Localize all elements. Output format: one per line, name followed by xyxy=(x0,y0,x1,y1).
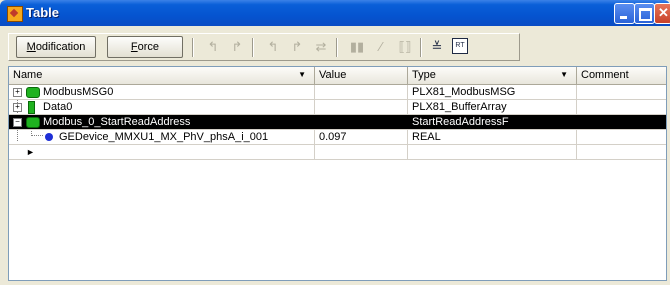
row-type: PLX81_BufferArray xyxy=(408,100,577,114)
row-value[interactable] xyxy=(315,85,408,99)
row-type: StartReadAddressF xyxy=(408,115,577,129)
toolbar-separator xyxy=(420,38,422,57)
force-button[interactable]: Force xyxy=(107,36,183,58)
table-app-icon xyxy=(7,6,23,22)
set-icon[interactable]: ↰ xyxy=(204,38,222,56)
sort-icon[interactable]: ≚ xyxy=(428,38,446,56)
format-icon[interactable]: RT xyxy=(452,38,468,54)
column-header-comment[interactable]: Comment xyxy=(577,67,666,84)
table-row[interactable]: GEDevice_MMXU1_MX_PhV_phsA_i_001 0.097 R… xyxy=(9,130,666,145)
reset-icon[interactable]: ↱ xyxy=(228,38,246,56)
table-row[interactable]: + Data0 PLX81_BufferArray xyxy=(9,100,666,115)
column-header-name[interactable]: Name ▼ xyxy=(9,67,315,84)
table-row-selected[interactable]: − Modbus_0_StartReadAddress StartReadAdd… xyxy=(9,115,666,130)
row-comment[interactable] xyxy=(577,115,666,129)
column-header-type[interactable]: Type ▼ xyxy=(408,67,577,84)
plus-icon[interactable]: + xyxy=(13,88,22,97)
close-button[interactable] xyxy=(654,3,670,24)
green-variable-icon xyxy=(26,117,40,128)
column-header-value[interactable]: Value xyxy=(315,67,408,84)
arrow-right-icon: ► xyxy=(26,147,35,157)
row-name: ModbusMSG0 xyxy=(43,86,114,98)
force-toggle-icon[interactable]: ⇄ xyxy=(312,38,330,56)
table-row[interactable]: + ModbusMSG0 PLX81_ModbusMSG xyxy=(9,85,666,100)
title-bar[interactable]: Table xyxy=(0,0,670,26)
table-header: Name ▼ Value Type ▼ Comment xyxy=(9,67,666,85)
row-value[interactable] xyxy=(315,100,408,114)
maximize-button[interactable] xyxy=(634,3,655,24)
minimize-button[interactable] xyxy=(614,3,635,24)
dropdown-arrow-icon[interactable]: ▼ xyxy=(560,67,568,83)
minus-icon[interactable]: − xyxy=(13,118,22,127)
edit-icon[interactable]: ⁄ xyxy=(372,38,390,56)
new-entry-row[interactable]: ► xyxy=(9,145,666,160)
toolbar-separator xyxy=(336,38,338,57)
blue-dot-icon xyxy=(45,133,53,141)
window-title: Table xyxy=(26,5,59,20)
row-type: PLX81_ModbusMSG xyxy=(408,85,577,99)
row-comment[interactable] xyxy=(577,130,666,144)
toolbar-separator xyxy=(192,38,194,57)
pause-icon[interactable]: ▮▮ xyxy=(348,38,366,56)
green-variable-icon xyxy=(26,87,40,98)
toolbar-separator xyxy=(252,38,254,57)
table-window: Table Modification Force ↰ ↱ ↰ ↱ ⇄ ▮▮ ⁄ … xyxy=(0,0,670,285)
force-set-icon[interactable]: ↰ xyxy=(264,38,282,56)
row-comment[interactable] xyxy=(577,100,666,114)
plus-icon[interactable]: + xyxy=(13,103,22,112)
row-value[interactable] xyxy=(315,115,408,129)
modification-button[interactable]: Modification xyxy=(16,36,96,58)
row-comment[interactable] xyxy=(577,85,666,99)
force-reset-icon[interactable]: ↱ xyxy=(288,38,306,56)
dropdown-arrow-icon[interactable]: ▼ xyxy=(298,67,306,83)
green-array-icon xyxy=(28,101,35,114)
row-type: REAL xyxy=(408,130,577,144)
row-name: Modbus_0_StartReadAddress xyxy=(43,116,191,128)
row-value[interactable]: 0.097 xyxy=(315,130,408,144)
toolbar: Modification Force ↰ ↱ ↰ ↱ ⇄ ▮▮ ⁄ ⟦⟧ ≚ R… xyxy=(0,26,670,66)
row-name: GEDevice_MMXU1_MX_PhV_phsA_i_001 xyxy=(59,131,269,143)
row-name: Data0 xyxy=(43,101,73,113)
variable-table: Name ▼ Value Type ▼ Comment + ModbusMSG0 P… xyxy=(8,66,667,281)
bracket-icon[interactable]: ⟦⟧ xyxy=(396,38,414,56)
